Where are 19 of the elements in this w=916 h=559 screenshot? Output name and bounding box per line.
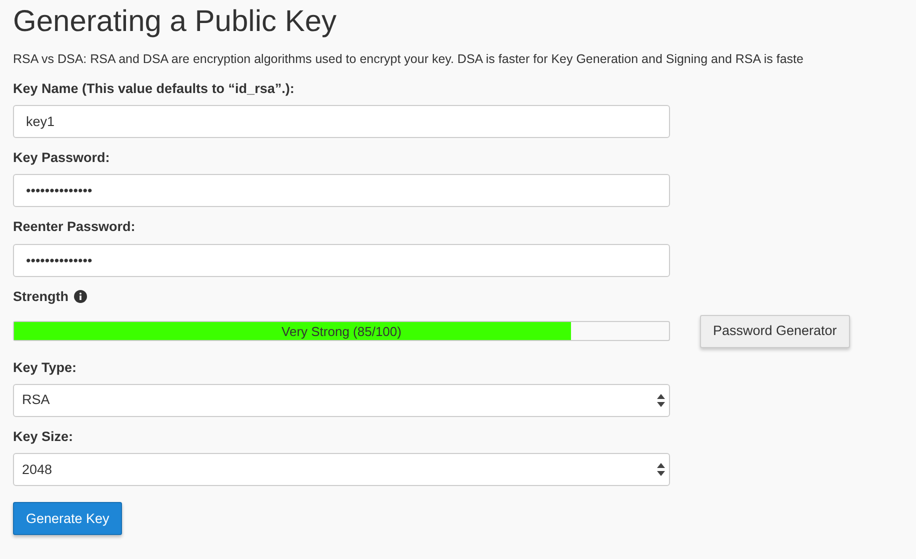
- strength-reading: Very Strong (85/100): [280, 322, 402, 340]
- field-label: Key Type:: [13, 358, 77, 377]
- field-label: Key Name (This value defaults to “id_rsa”.):: [13, 80, 294, 98]
- page-title: Generating a Public Key: [13, 4, 337, 40]
- password-generator-button[interactable]: Password Generator: [700, 314, 850, 348]
- stepper-arrows-icon: [657, 394, 665, 407]
- field-label: Key Password:: [13, 149, 110, 167]
- input-field[interactable]: ••••••••••••••: [13, 244, 670, 276]
- select-field[interactable]: RSA: [13, 384, 670, 417]
- input-field[interactable]: ••••••••••••••: [13, 174, 670, 208]
- field-label: Reenter Password:: [13, 218, 136, 236]
- description: RSA vs DSA: RSA and DSA are encryption algorithms used to encrypt your key. DSA is faster for Key Generation and Signing and RSA is faste: [13, 51, 804, 68]
- generate-key-button[interactable]: Generate Key: [13, 502, 122, 536]
- input-field[interactable]: key1: [13, 105, 670, 138]
- field-label: Key Size:: [13, 428, 74, 446]
- stepper-arrows-icon: [657, 463, 665, 476]
- field-label: Strength: [13, 288, 68, 306]
- info-icon: [74, 290, 86, 304]
- select-field[interactable]: 2048: [13, 453, 670, 486]
